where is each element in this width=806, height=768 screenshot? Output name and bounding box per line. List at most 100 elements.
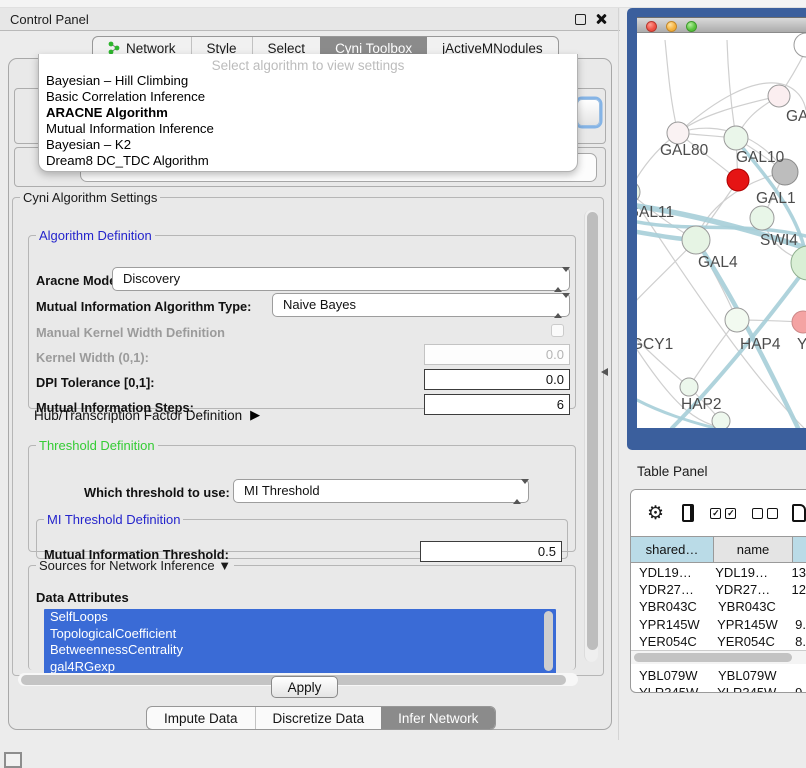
close-traffic-light-icon[interactable] [646,21,657,32]
table-horizontal-scrollbar[interactable] [631,650,806,664]
hub-transcription-expander[interactable]: Hub/Transcription Factor Definition ▶ [34,407,260,423]
mi-algorithm-type-value: Naive Bayes [283,297,356,312]
node[interactable] [794,33,806,57]
hub-expander-label: Hub/Transcription Factor Definition [34,408,242,423]
mi-algorithm-type-combobox[interactable]: Naive Bayes [272,293,570,317]
table-panel: ⚙ ✓ ✓ shared… name YDL19…YDL19…13 YDR27…… [630,489,806,693]
bottom-tabbar: Impute Data Discretize Data Infer Networ… [146,706,496,730]
node-label: HAP2 [681,396,722,413]
aracne-mode-label: Aracne Mode: [36,273,121,288]
list-item[interactable]: BetweennessCentrality [44,642,556,659]
dpi-tolerance-field[interactable] [424,369,570,390]
collapse-triangle-icon[interactable]: ▼ [218,558,231,573]
aracne-mode-combobox[interactable]: Discovery [112,267,570,291]
mouse-cursor [601,368,608,376]
node-label: GAL10 [736,149,785,166]
table-toolbar: ⚙ ✓ ✓ [631,490,806,536]
network-window-titlebar [637,17,806,33]
data-attributes-list[interactable]: SelfLoops TopologicalCoefficient Between… [44,609,556,678]
table-body: YDL19…YDL19…13 YDR27…YDR27…12 YBR043CYBR… [631,564,806,650]
dropdown-item-aracne[interactable]: ARACNE Algorithm [39,105,577,121]
node-label: HAP4 [740,336,781,353]
sources-group: Sources for Network Inference ▼ Data Att… [28,558,576,670]
list-item[interactable]: SelfLoops [44,609,556,626]
node-hap2[interactable] [680,378,698,396]
zoom-traffic-light-icon[interactable] [686,21,697,32]
tab-infer-network[interactable]: Infer Network [381,707,495,729]
node-label: GAL11 [637,204,674,221]
sources-title: Sources for Network Inference ▼ [36,558,234,573]
which-threshold-combobox[interactable]: MI Threshold [233,479,529,503]
expand-triangle-icon[interactable]: ▶ [250,407,260,423]
tab-impute-data[interactable]: Impute Data [147,707,255,729]
manual-kernel-width-checkbox[interactable] [551,324,564,337]
dropdown-item-bayesian-k2[interactable]: Bayesian – K2 [39,137,577,153]
control-panel-titlebar: Control Panel [0,8,620,31]
scrollbar-thumb[interactable] [634,653,792,662]
scrollbar-thumb[interactable] [587,212,598,650]
column-header-shared-name[interactable]: shared… [631,537,714,562]
node-label: SWI4 [760,232,798,249]
table-row[interactable]: YBL079WYBL079W [631,667,806,684]
apply-button[interactable]: Apply [271,676,338,698]
dropdown-item-bayesian-hill-climbing[interactable]: Bayesian – Hill Climbing [39,73,577,89]
table-row[interactable]: YDL19…YDL19…13 [631,564,806,581]
minimize-traffic-light-icon[interactable] [666,21,677,32]
node-gal1[interactable] [750,206,774,230]
node-label: GAL4 [698,254,738,271]
data-attributes-label: Data Attributes [36,590,129,605]
node-label: GCY1 [637,336,673,353]
table-row[interactable]: YER054CYER054C8. [631,633,806,650]
node-gal4[interactable] [682,226,710,254]
kernel-width-field[interactable] [424,344,570,365]
column-header-name[interactable]: name [714,537,793,562]
network-graph: GAL GAL80 GAL10 GAL1 GAL11 SWI4 GAL4 GCY… [637,33,806,428]
which-threshold-label: Which threshold to use: [84,485,230,500]
node-red[interactable] [727,169,749,191]
node-gal10[interactable] [724,126,748,150]
mi-threshold-definition-group: MI Threshold Definition Mutual Informati… [36,512,568,559]
kernel-width-label: Kernel Width (0,1): [36,350,149,365]
column-header-partial[interactable] [793,537,806,562]
node-hap4[interactable] [725,308,749,332]
close-icon[interactable] [595,13,607,25]
list-scrollbar[interactable] [544,611,553,671]
float-window-icon[interactable] [575,14,586,25]
list-item[interactable]: TopologicalCoefficient [44,626,556,643]
dropdown-item-dream8[interactable]: Dream8 DC_TDC Algorithm [39,153,577,169]
network-canvas[interactable]: GAL GAL80 GAL10 GAL1 GAL11 SWI4 GAL4 GCY… [637,33,806,428]
table-header-row: shared… name [631,536,806,563]
table-row[interactable]: YPR145WYPR145W9. [631,616,806,633]
algorithm-combobox-button[interactable] [577,99,600,126]
split-column-icon[interactable] [682,504,694,522]
dropdown-item-basic-correlation[interactable]: Basic Correlation Inference [39,89,577,105]
stepper-arrows-icon [513,484,521,499]
minimized-panel-icon[interactable] [4,752,22,768]
table-panel-title: Table Panel [637,464,708,479]
function-builder-icon[interactable] [792,504,806,522]
stepper-arrows-icon [554,298,562,313]
tab-discretize-data[interactable]: Discretize Data [255,707,382,729]
threshold-definition-title: Threshold Definition [36,438,158,453]
algorithm-definition-title: Algorithm Definition [36,228,155,243]
table-row[interactable]: YDR27…YDR27…12 [631,581,806,598]
node[interactable] [768,85,790,107]
node-gal80[interactable] [667,122,689,144]
node-label: GAL [786,108,806,125]
dropdown-placeholder: Select algorithm to view settings [39,54,577,73]
dropdown-item-mutual-information[interactable]: Mutual Information Inference [39,121,577,137]
table-row[interactable]: YLR345WYLR345W9. [631,684,806,693]
mi-algorithm-type-label: Mutual Information Algorithm Type: [36,299,251,314]
node-salmon[interactable] [792,311,806,333]
algorithm-definition-group: Algorithm Definition Aracne Mode: Discov… [28,228,576,409]
node[interactable] [791,246,806,280]
mi-steps-field[interactable] [424,394,570,415]
algorithm-dropdown-list: Select algorithm to view settings Bayesi… [38,54,578,172]
select-all-icon[interactable]: ✓ ✓ [710,508,736,519]
table-row[interactable]: YBR043CYBR043C [631,598,806,615]
deselect-all-icon[interactable] [752,508,778,519]
gear-icon[interactable]: ⚙ [647,504,664,523]
settings-vertical-scrollbar[interactable] [584,210,598,662]
node[interactable] [712,412,730,428]
dpi-tolerance-label: DPI Tolerance [0,1]: [36,375,155,390]
